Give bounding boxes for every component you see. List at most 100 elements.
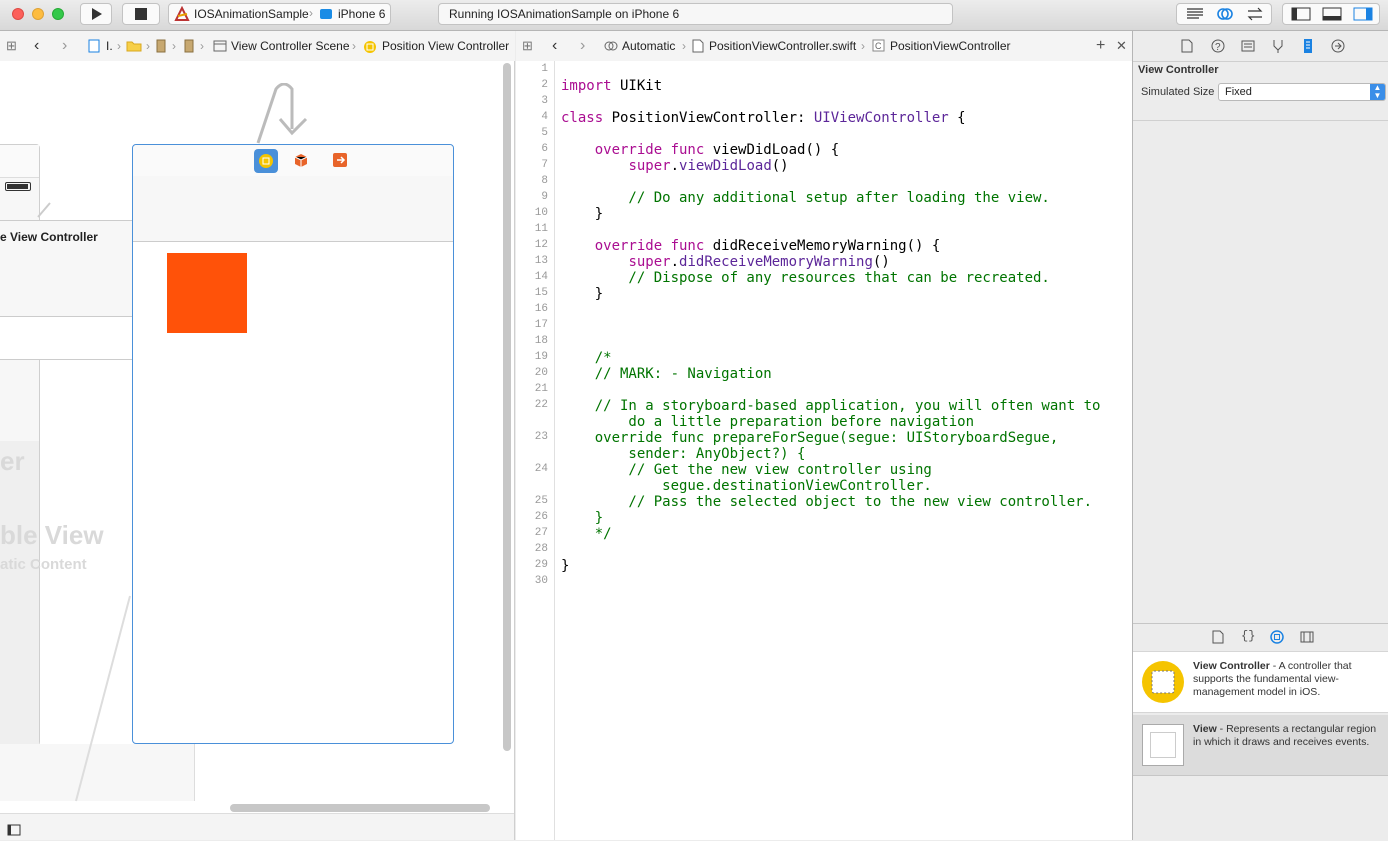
file-template-library-icon[interactable] — [1212, 630, 1224, 644]
segue-line — [37, 202, 51, 218]
size-inspector-icon[interactable] — [1303, 38, 1313, 54]
left-nav-bar: e View Controller — [0, 220, 134, 254]
storyboard-folder-icon[interactable] — [156, 39, 166, 53]
view-library-icon — [1142, 724, 1184, 766]
quick-help-icon[interactable]: ? — [1211, 39, 1225, 53]
connections-inspector-icon[interactable] — [1331, 39, 1345, 53]
assistant-editor-icon[interactable] — [1215, 6, 1235, 22]
crumb-separator: › — [200, 39, 204, 53]
code-token: UIKit — [611, 78, 663, 94]
navigation-bar[interactable] — [133, 176, 453, 242]
code-token: () — [872, 254, 890, 270]
panel-toggle-group — [1282, 3, 1380, 25]
scene-dock — [133, 145, 453, 177]
code-token: override func — [594, 142, 705, 158]
canvas-bottom-bar — [0, 813, 514, 840]
code-token: override func prepareForSegue(segue: UIS… — [561, 430, 1059, 446]
code-token: didReceiveMemoryWarning — [679, 254, 873, 270]
media-library-icon[interactable] — [1300, 630, 1314, 644]
folder-icon[interactable] — [126, 40, 142, 52]
code-token: import — [561, 78, 612, 94]
navigator-toggle-icon[interactable] — [1291, 7, 1311, 21]
related-items-icon[interactable]: ⊞ — [6, 31, 17, 61]
code-token: } — [561, 206, 604, 222]
simulated-size-select[interactable]: Fixed ▲ ▼ — [1218, 83, 1386, 101]
inspector-selector-bar: ? — [1133, 31, 1388, 62]
crumb-symbol[interactable]: PositionViewController — [890, 31, 1011, 61]
animated-square-view[interactable] — [167, 253, 247, 333]
attributes-inspector-icon[interactable] — [1271, 39, 1285, 53]
code-token: () — [771, 158, 789, 174]
code-line: } — [561, 510, 603, 526]
source-editor[interactable]: 1 2 3 4 5 6 7 8 9 10 11 12 13 14 15 16 17 18 19 20 21 22 23 24 2… — [516, 61, 1132, 840]
code-line: */ — [561, 526, 612, 542]
code-token: viewDidLoad — [679, 158, 772, 174]
code-line: // In a storyboard-based application, yo… — [561, 398, 1101, 414]
divider — [1133, 120, 1388, 121]
document-outline-toggle-icon[interactable] — [7, 824, 21, 836]
code-snippet-library-icon[interactable]: {} — [1241, 629, 1255, 643]
library-item-view-controller[interactable]: View Controller - A controller that supp… — [1133, 652, 1388, 713]
utilities-pane: ? View Controller Simulated Size Fixed ▲… — [1132, 31, 1388, 841]
crumb-separator: › — [682, 39, 686, 53]
storyboard-file-icon[interactable] — [184, 39, 194, 53]
standard-editor-icon[interactable] — [1185, 7, 1205, 21]
window-toolbar: IOSAnimationSample › iPhone 6 Running IO… — [0, 0, 1388, 31]
library-item-view[interactable]: View - Represents a rectangular region i… — [1133, 715, 1388, 776]
crumb-file[interactable]: PositionViewController.swift — [709, 31, 856, 61]
close-window-button[interactable] — [12, 8, 24, 20]
code-token: { — [948, 110, 966, 126]
left-scene-row — [0, 316, 134, 360]
segue-line — [75, 595, 131, 802]
storyboard-canvas[interactable]: e View Controller er ble View atic Conte… — [0, 61, 515, 840]
crumb-project[interactable]: I. — [106, 31, 113, 61]
code-token: // Get the new view controller using — [561, 462, 932, 478]
code-token: PositionViewController: — [603, 110, 814, 126]
object-library-icon[interactable] — [1270, 630, 1284, 644]
scene-icon — [213, 40, 227, 52]
code-token: /* — [561, 350, 612, 366]
version-editor-icon[interactable] — [1245, 6, 1265, 22]
swift-file-icon — [692, 39, 704, 53]
back-icon[interactable]: ‹ — [552, 31, 557, 61]
initial-view-controller-arrow — [256, 83, 308, 144]
forward-icon[interactable]: › — [62, 31, 67, 61]
forward-icon[interactable]: › — [580, 31, 585, 61]
view-controller-icon[interactable] — [254, 149, 278, 173]
scheme-selector[interactable]: IOSAnimationSample › iPhone 6 — [168, 3, 391, 25]
related-items-icon[interactable]: ⊞ — [522, 31, 533, 61]
left-scene-body — [0, 252, 134, 316]
crumb-view-controller[interactable]: Position View Controller — [382, 31, 509, 61]
code-line: } — [561, 286, 603, 302]
scheme-device-name: iPhone 6 — [338, 7, 386, 21]
file-inspector-icon[interactable] — [1181, 39, 1193, 53]
code-line: do a little preparation before navigatio… — [561, 414, 974, 430]
stop-button[interactable] — [122, 3, 160, 25]
horizontal-scrollbar[interactable] — [230, 804, 490, 812]
identity-inspector-icon[interactable] — [1241, 39, 1255, 53]
debug-area-toggle-icon[interactable] — [1322, 7, 1342, 21]
run-button[interactable] — [80, 3, 112, 25]
assistant-mode[interactable]: Automatic — [622, 31, 675, 61]
close-editor-icon[interactable]: ✕ — [1116, 31, 1127, 61]
add-editor-icon[interactable]: + — [1096, 31, 1105, 61]
crumb-scene[interactable]: View Controller Scene — [231, 31, 350, 61]
left-scene-title: e View Controller — [0, 230, 98, 244]
code-token: // MARK: - Navigation — [561, 366, 772, 382]
code-token: super — [628, 254, 671, 270]
back-icon[interactable]: ‹ — [34, 31, 39, 61]
minimize-window-button[interactable] — [32, 8, 44, 20]
first-responder-icon[interactable] — [292, 151, 310, 169]
code-token: } — [561, 286, 604, 302]
position-view-controller-scene[interactable] — [132, 144, 454, 744]
code-area[interactable]: import UIKit class PositionViewController… — [516, 61, 1132, 840]
zoom-window-button[interactable] — [52, 8, 64, 20]
exit-icon[interactable] — [332, 152, 348, 168]
code-line: // Pass the selected object to the new v… — [561, 494, 1092, 510]
utilities-toggle-icon[interactable] — [1353, 7, 1373, 21]
vertical-scrollbar[interactable] — [503, 63, 511, 751]
